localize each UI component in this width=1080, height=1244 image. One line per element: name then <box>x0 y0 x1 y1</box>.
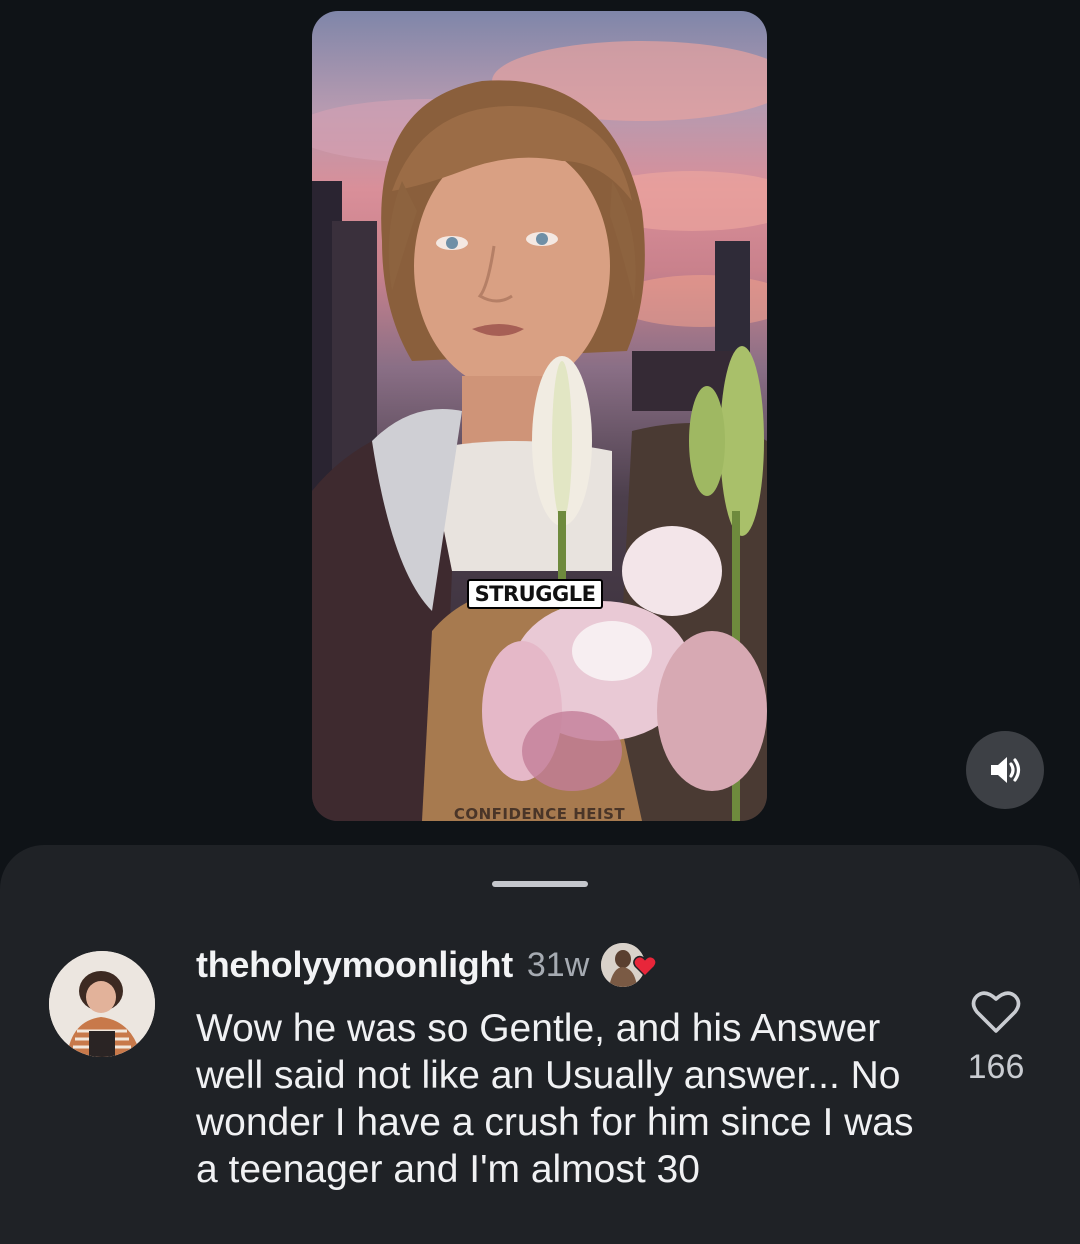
video-caption: STRUGGLE <box>467 579 603 609</box>
sound-toggle-button[interactable] <box>966 731 1044 809</box>
comment-item: theholyymoonlight 31w Wow he was so Gent… <box>0 943 1080 1243</box>
video-frame <box>312 41 767 821</box>
comment-username[interactable]: theholyymoonlight <box>196 944 513 986</box>
heart-outline-icon <box>971 991 1021 1033</box>
avatar[interactable] <box>49 951 155 1057</box>
comments-sheet: theholyymoonlight 31w Wow he was so Gent… <box>0 845 1080 1244</box>
video-watermark: CONFIDENCE HEIST <box>453 805 626 821</box>
avatar-image <box>49 951 155 1057</box>
video-player[interactable]: STRUGGLE CONFIDENCE HEIST <box>312 11 767 821</box>
heart-filled-icon <box>633 955 658 977</box>
creator-liked-badge <box>601 943 658 987</box>
like-count: 166 <box>967 1048 1025 1086</box>
comment-timestamp: 31w <box>526 945 590 984</box>
comment-meta: theholyymoonlight 31w <box>196 943 658 987</box>
comment-text: Wow he was so Gentle, and his Answer wel… <box>196 1007 914 1191</box>
sheet-drag-handle[interactable] <box>492 881 588 887</box>
screen: STRUGGLE CONFIDENCE HEIST theholyymoonli… <box>0 0 1080 1244</box>
like-button[interactable] <box>966 989 1026 1040</box>
speaker-volume-icon <box>991 757 1021 783</box>
